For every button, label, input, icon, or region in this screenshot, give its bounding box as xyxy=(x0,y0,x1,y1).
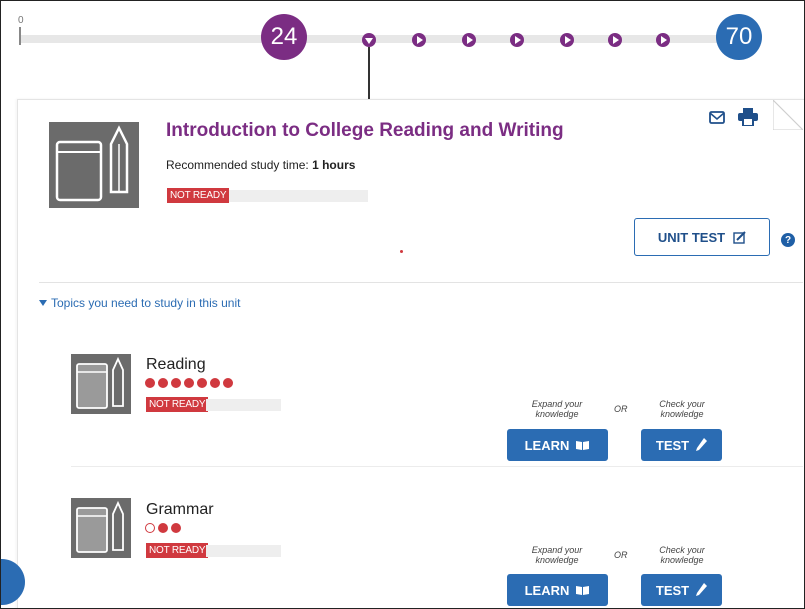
mastery-dot xyxy=(171,523,181,533)
print-icon[interactable] xyxy=(738,108,758,126)
track-zero-label: 0 xyxy=(18,15,24,26)
study-time-value: 1 hours xyxy=(312,158,356,172)
edit-icon xyxy=(733,230,746,244)
or-label: OR xyxy=(614,550,628,560)
mastery-dot xyxy=(197,378,207,388)
test-caption: Check your knowledge xyxy=(659,545,705,565)
unit-marker[interactable] xyxy=(656,33,670,47)
open-book-icon xyxy=(576,585,590,595)
mastery-dot xyxy=(158,378,168,388)
topics-toggle[interactable]: Topics you need to study in this unit xyxy=(39,296,240,310)
unit-title[interactable]: Introduction to College Reading and Writ… xyxy=(166,120,564,142)
mastery-dots xyxy=(145,378,233,388)
mastery-dot xyxy=(184,378,194,388)
pencil-icon xyxy=(696,583,708,596)
page-fold-icon xyxy=(773,100,803,130)
mastery-dot xyxy=(145,523,155,533)
caret-down-icon xyxy=(39,300,47,306)
app-frame: 0 24 70 Introduction to College Reading … xyxy=(0,0,805,609)
learn-button[interactable]: LEARN xyxy=(507,574,608,606)
topic-book-icon xyxy=(71,498,131,558)
topic-status-badge: NOT READY xyxy=(146,543,209,558)
learn-caption: Expand your knowledge xyxy=(531,399,583,419)
email-icon[interactable] xyxy=(709,111,725,124)
unit-progress-bar xyxy=(229,190,368,202)
mastery-dot xyxy=(158,523,168,533)
mastery-dot xyxy=(171,378,181,388)
target-score-bubble: 70 xyxy=(716,14,762,60)
test-button[interactable]: TEST xyxy=(641,574,722,606)
topic-divider xyxy=(71,466,803,467)
current-score-bubble: 24 xyxy=(261,14,307,60)
study-time-label: Recommended study time: xyxy=(166,158,309,172)
mastery-dot xyxy=(210,378,220,388)
learn-button[interactable]: LEARN xyxy=(507,429,608,461)
open-book-icon xyxy=(576,440,590,450)
test-button[interactable]: TEST xyxy=(641,429,722,461)
unit-test-button[interactable]: UNIT TEST xyxy=(634,218,770,256)
topic-progress-bar xyxy=(206,399,281,411)
test-button-label: TEST xyxy=(655,437,690,453)
test-caption: Check your knowledge xyxy=(659,399,705,419)
learn-caption: Expand your knowledge xyxy=(531,545,583,565)
unit-marker-active[interactable] xyxy=(362,33,376,47)
or-label: OR xyxy=(614,404,628,414)
unit-marker[interactable] xyxy=(560,33,574,47)
unit-status-badge: NOT READY xyxy=(167,188,230,203)
progress-track xyxy=(21,35,761,43)
indicator-dot xyxy=(400,250,403,253)
topic-progress-bar xyxy=(206,545,281,557)
unit-marker[interactable] xyxy=(412,33,426,47)
topic-status-badge: NOT READY xyxy=(146,397,209,412)
unit-marker[interactable] xyxy=(608,33,622,47)
test-button-label: TEST xyxy=(655,582,690,598)
topic-name[interactable]: Reading xyxy=(146,356,206,374)
mastery-dots xyxy=(145,523,181,533)
learn-button-label: LEARN xyxy=(524,582,570,598)
marker-connector xyxy=(368,47,370,99)
unit-marker[interactable] xyxy=(462,33,476,47)
unit-marker[interactable] xyxy=(510,33,524,47)
learn-button-label: LEARN xyxy=(524,437,570,453)
topics-toggle-label: Topics you need to study in this unit xyxy=(51,296,241,310)
topic-book-icon xyxy=(71,354,131,414)
study-time: Recommended study time: 1 hours xyxy=(166,158,355,172)
section-divider xyxy=(39,282,803,283)
help-icon[interactable]: ? xyxy=(781,233,795,247)
unit-test-label: UNIT TEST xyxy=(657,229,726,245)
mastery-dot xyxy=(145,378,155,388)
mastery-dot xyxy=(223,378,233,388)
topic-name[interactable]: Grammar xyxy=(146,501,214,519)
unit-book-icon xyxy=(49,122,139,208)
pencil-icon xyxy=(696,438,708,451)
